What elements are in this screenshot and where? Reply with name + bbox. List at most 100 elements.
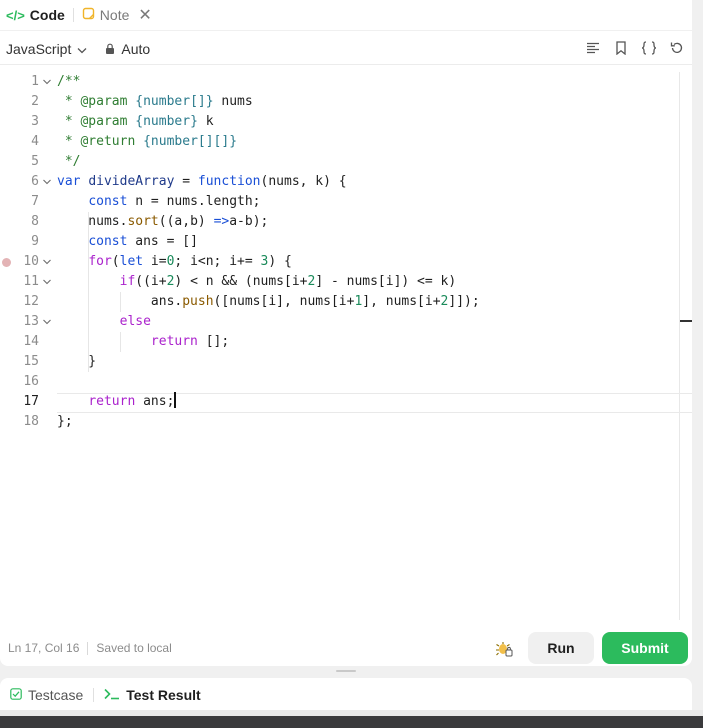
- fold-chevron-icon[interactable]: [43, 78, 51, 86]
- line-number: 3: [31, 114, 39, 129]
- code-line[interactable]: 17 return ans;: [0, 392, 692, 412]
- code-line[interactable]: 16: [0, 372, 692, 392]
- code-token: *: [57, 94, 81, 109]
- code-line[interactable]: 13 else: [0, 312, 692, 332]
- tab-note[interactable]: Note ✕: [76, 0, 158, 30]
- auto-mode[interactable]: Auto: [105, 41, 150, 57]
- code-token: /**: [57, 74, 81, 89]
- saved-status: Saved to local: [96, 641, 172, 655]
- code-token: ans.: [57, 294, 183, 309]
- bookmark-icon[interactable]: [612, 39, 630, 57]
- fold-chevron-icon[interactable]: [43, 318, 51, 326]
- code-text: * @return {number[][]}: [57, 132, 237, 152]
- line-number: 15: [23, 354, 39, 369]
- code-token: *: [57, 134, 81, 149]
- tab-divider: [72, 8, 74, 22]
- code-token: push: [182, 294, 214, 309]
- code-line[interactable]: 3 * @param {number} k: [0, 112, 692, 132]
- cursor-position: Ln 17, Col 16: [8, 641, 80, 655]
- code-token: if: [119, 274, 136, 289]
- code-token: sort: [127, 214, 159, 229]
- code-token: ans;: [135, 394, 175, 409]
- code-editor[interactable]: 1/** 2 * @param {number[]} nums 3 * @param…: [0, 72, 692, 627]
- format-icon[interactable]: [584, 39, 602, 57]
- code-line[interactable]: 12 ans.push([nums[i], nums[i+1], nums[i+…: [0, 292, 692, 312]
- code-token: ] - nums[i]) <= k): [315, 274, 457, 289]
- code-token: divideArray: [88, 174, 175, 189]
- line-number: 9: [31, 234, 39, 249]
- code-token: var: [57, 174, 81, 189]
- code-token: @return: [80, 134, 136, 149]
- tab-note-label: Note: [99, 7, 130, 23]
- line-number: 6: [31, 174, 39, 189]
- tab-test-result[interactable]: Test Result: [94, 678, 210, 712]
- code-text: if((i+2) < n && (nums[i+2] - nums[i]) <=…: [57, 272, 457, 292]
- line-number: 14: [23, 334, 39, 349]
- code-token: function: [197, 174, 261, 189]
- terminal-icon: [104, 687, 120, 703]
- chevron-down-icon: [77, 41, 87, 57]
- line-number: 7: [31, 194, 39, 209]
- code-line[interactable]: 5 */: [0, 152, 692, 172]
- code-text: return ans;: [57, 392, 177, 412]
- tab-testcase-label: Testcase: [28, 687, 84, 703]
- lock-icon: [105, 41, 115, 57]
- code-text: else: [57, 312, 151, 332]
- code-token: (nums, k) {: [260, 174, 347, 189]
- code-text: var divideArray = function(nums, k) {: [57, 172, 347, 192]
- tab-code[interactable]: </> Code: [0, 0, 71, 30]
- code-text: /**: [57, 72, 80, 92]
- code-line[interactable]: 9 const ans = []: [0, 232, 692, 252]
- taskbar: [0, 716, 703, 728]
- code-line[interactable]: 11 if((i+2) < n && (nums[i+2] - nums[i])…: [0, 272, 692, 292]
- line-number: 2: [31, 94, 39, 109]
- code-line[interactable]: 4 * @return {number[][]}: [0, 132, 692, 152]
- code-token: [];: [197, 334, 230, 349]
- braces-icon[interactable]: [640, 39, 658, 57]
- code-line[interactable]: 6 var divideArray = function(nums, k) {: [0, 172, 692, 192]
- code-token: ]]);: [448, 294, 480, 309]
- code-token: =>: [213, 214, 230, 229]
- code-token: {number[][]}: [143, 134, 238, 149]
- auto-label: Auto: [121, 41, 151, 57]
- language-select[interactable]: JavaScript: [6, 41, 87, 57]
- code-line[interactable]: 7 const n = nums.length;: [0, 192, 692, 212]
- code-line[interactable]: 18};: [0, 412, 692, 432]
- line-number: 8: [31, 214, 39, 229]
- fold-chevron-icon[interactable]: [43, 278, 51, 286]
- code-line[interactable]: 1 /**: [0, 72, 692, 92]
- code-text: ans.push([nums[i], nums[i+1], nums[i+2]]…: [57, 292, 480, 312]
- code-line[interactable]: 8 nums.sort((a,b) =>a-b);: [0, 212, 692, 232]
- submit-button[interactable]: Submit: [602, 632, 688, 664]
- code-token: ((i+: [135, 274, 167, 289]
- status-divider: [87, 641, 89, 655]
- resize-handle[interactable]: [336, 670, 356, 672]
- editor-toolbar: JavaScript Auto: [0, 34, 692, 65]
- code-line[interactable]: 10 for(let i=0; i<n; i+= 3) {: [0, 252, 692, 272]
- fold-chevron-icon[interactable]: [43, 258, 51, 266]
- code-token: };: [57, 414, 73, 429]
- code-token: i=: [143, 254, 167, 269]
- code-line[interactable]: 2 * @param {number[]} nums: [0, 92, 692, 112]
- tab-testcase[interactable]: Testcase: [0, 678, 93, 712]
- fold-chevron-icon[interactable]: [43, 178, 51, 186]
- code-token: nums.: [57, 214, 128, 229]
- debug-icon[interactable]: [495, 639, 513, 657]
- code-token: let: [119, 254, 144, 269]
- code-token: }: [57, 354, 97, 369]
- line-number: 18: [23, 414, 39, 429]
- language-label: JavaScript: [6, 41, 72, 57]
- close-icon[interactable]: ✕: [138, 5, 151, 25]
- code-token: ; i<n; i+=: [174, 254, 261, 269]
- reset-icon[interactable]: [668, 39, 686, 57]
- code-text: for(let i=0; i<n; i+= 3) {: [57, 252, 292, 272]
- code-line[interactable]: 15 }: [0, 352, 692, 372]
- run-button[interactable]: Run: [528, 632, 594, 664]
- code-line[interactable]: 14 return [];: [0, 332, 692, 352]
- code-token: nums: [213, 94, 253, 109]
- code-text: const n = nums.length;: [57, 192, 260, 212]
